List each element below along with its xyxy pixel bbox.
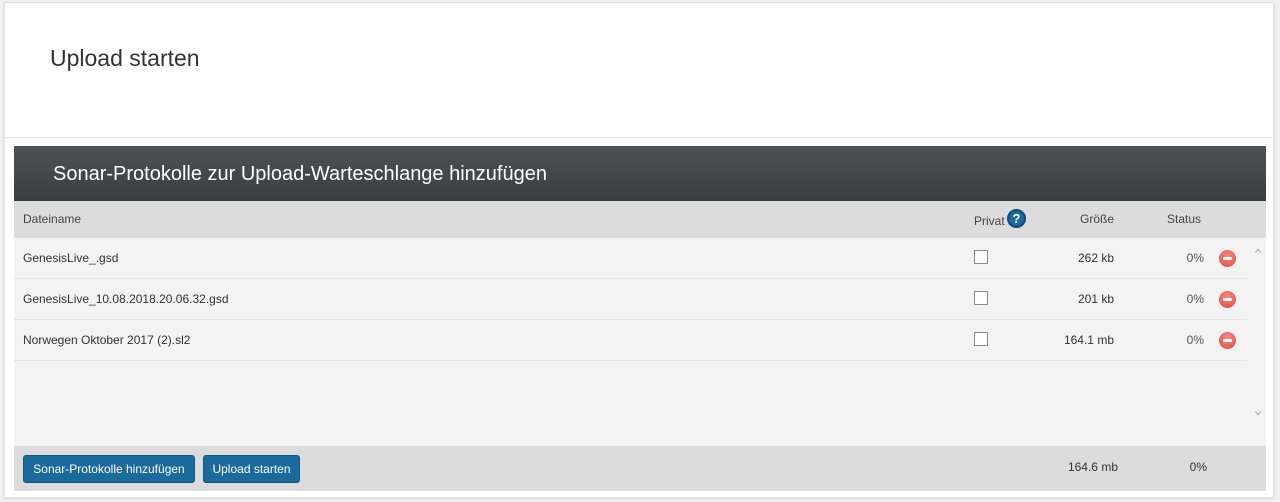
table-row: GenesisLive_.gsd 262 kb 0%: [14, 238, 1247, 279]
file-name: Norwegen Oktober 2017 (2).sl2: [23, 333, 191, 347]
private-checkbox[interactable]: [974, 332, 988, 346]
file-name: GenesisLive_10.08.2018.20.06.32.gsd: [23, 292, 229, 306]
add-sonar-logs-button[interactable]: Sonar-Protokolle hinzufügen: [23, 455, 195, 483]
upload-card: Upload starten Sonar-Protokolle zur Uplo…: [4, 2, 1274, 498]
file-size: 201 kb: [1077, 292, 1114, 306]
total-status: 0%: [1189, 460, 1207, 474]
question-circle-icon[interactable]: ?: [1007, 209, 1026, 228]
total-size: 164.6 mb: [1067, 460, 1118, 474]
file-status: 0%: [1186, 333, 1204, 347]
chevron-up-icon[interactable]: ⌃: [1250, 246, 1266, 264]
private-checkbox[interactable]: [974, 291, 988, 305]
panel-title: Sonar-Protokolle zur Upload-Warteschlang…: [14, 146, 1266, 201]
page-title: Upload starten: [50, 45, 200, 71]
upload-queue-panel: Sonar-Protokolle zur Upload-Warteschlang…: [14, 146, 1266, 491]
column-size: Größe: [1080, 212, 1115, 226]
private-checkbox[interactable]: [974, 250, 988, 264]
start-upload-button[interactable]: Upload starten: [203, 455, 300, 483]
minus-circle-icon[interactable]: [1219, 291, 1236, 308]
column-status: Status: [1167, 212, 1202, 226]
table-row: GenesisLive_10.08.2018.20.06.32.gsd 201 …: [14, 279, 1247, 320]
column-filename: Dateiname: [23, 212, 82, 226]
minus-circle-icon[interactable]: [1219, 250, 1236, 267]
minus-circle-icon[interactable]: [1219, 332, 1236, 349]
file-name: GenesisLive_.gsd: [23, 251, 119, 265]
panel-footer: Sonar-Protokolle hinzufügen Upload start…: [14, 446, 1266, 491]
file-size: 262 kb: [1077, 251, 1114, 265]
column-private: Privat: [974, 214, 1005, 228]
file-size: 164.1 mb: [1063, 333, 1114, 347]
table-header: Dateiname Privat ? Größe Status: [14, 201, 1266, 238]
file-status: 0%: [1186, 292, 1204, 306]
file-status: 0%: [1186, 251, 1204, 265]
table-row: Norwegen Oktober 2017 (2).sl2 164.1 mb 0…: [14, 320, 1247, 361]
chevron-down-icon[interactable]: ⌄: [1250, 401, 1266, 419]
file-list[interactable]: GenesisLive_.gsd 262 kb 0% GenesisLive_1…: [14, 238, 1266, 446]
divider: [5, 137, 1273, 138]
